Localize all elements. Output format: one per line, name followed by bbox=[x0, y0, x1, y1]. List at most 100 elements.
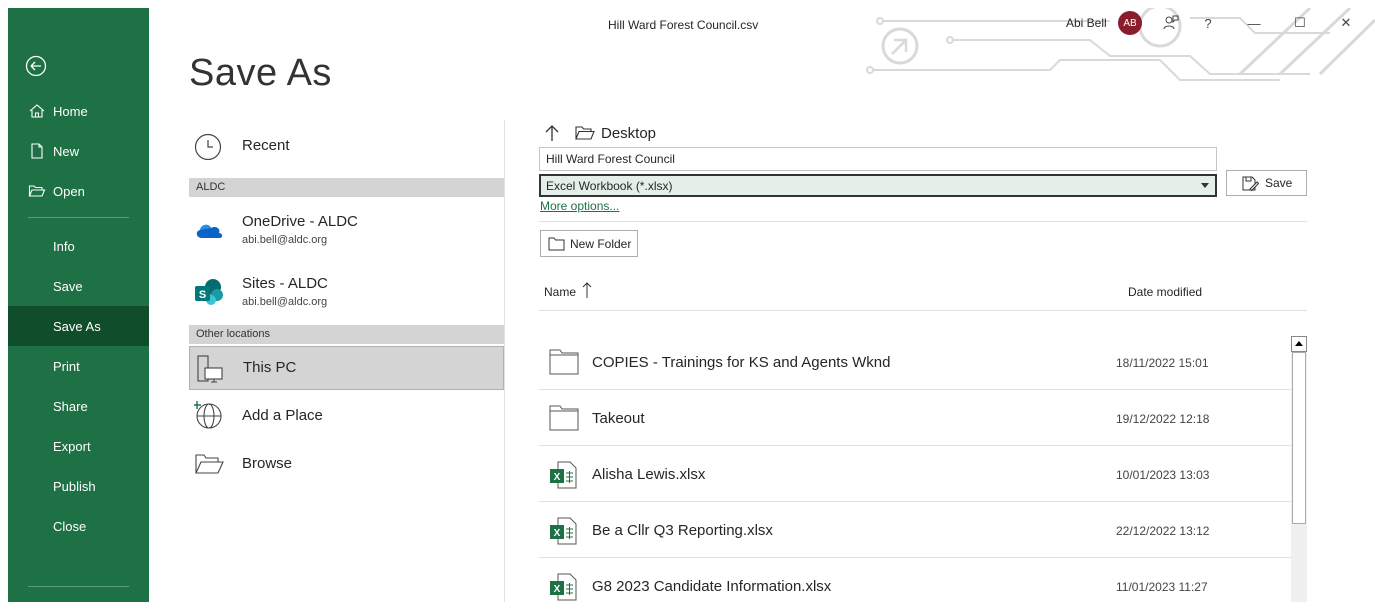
location-label: Add a Place bbox=[242, 407, 323, 424]
avatar[interactable]: AB bbox=[1118, 11, 1142, 35]
folder-icon bbox=[549, 405, 579, 431]
location-label: This PC bbox=[243, 359, 297, 376]
sharepoint-icon: S bbox=[195, 279, 223, 305]
computer-icon bbox=[197, 355, 223, 383]
file-date: 19/12/2022 12:18 bbox=[1116, 412, 1210, 426]
avatar-initials: AB bbox=[1123, 17, 1137, 29]
location-this-pc[interactable]: This PC bbox=[189, 346, 504, 390]
new-folder-button[interactable]: New Folder bbox=[540, 230, 638, 257]
location-sites[interactable]: S Sites - ALDC abi.bell@aldc.org bbox=[189, 270, 504, 316]
onedrive-icon bbox=[196, 224, 223, 238]
minimize-icon: — bbox=[1247, 15, 1261, 31]
clock-icon bbox=[194, 133, 222, 161]
nav-item-publish[interactable]: Publish bbox=[8, 466, 149, 506]
svg-text:X: X bbox=[554, 472, 561, 483]
back-arrow-icon[interactable] bbox=[25, 55, 47, 77]
file-row[interactable]: Takeout 19/12/2022 12:18 bbox=[539, 391, 1291, 446]
file-date: 18/11/2022 15:01 bbox=[1116, 356, 1209, 370]
new-folder-icon bbox=[548, 237, 565, 251]
file-row[interactable]: X Alisha Lewis.xlsx 10/01/2023 13:03 bbox=[539, 447, 1291, 502]
nav-item-close[interactable]: Close bbox=[8, 506, 149, 546]
filetype-value: Excel Workbook (*.xlsx) bbox=[546, 179, 673, 193]
nav-item-label: Save As bbox=[53, 318, 101, 334]
location-label: Browse bbox=[242, 455, 293, 472]
sort-ascending-icon bbox=[582, 282, 592, 298]
nav-item-export[interactable]: Export bbox=[8, 426, 149, 466]
nav-item-label: Print bbox=[53, 358, 80, 374]
pane-divider bbox=[504, 120, 505, 602]
column-header-name[interactable]: Name bbox=[544, 282, 592, 299]
nav-divider bbox=[28, 586, 129, 587]
file-row[interactable]: X Be a Cllr Q3 Reporting.xlsx 22/12/2022… bbox=[539, 503, 1291, 558]
file-date: 10/01/2023 13:03 bbox=[1116, 468, 1210, 482]
maximize-button[interactable]: ☐ bbox=[1289, 12, 1311, 34]
save-button-label: Save bbox=[1265, 176, 1293, 190]
minimize-button[interactable]: — bbox=[1243, 12, 1265, 34]
close-icon: ✕ bbox=[1340, 15, 1352, 30]
file-row[interactable]: COPIES - Trainings for KS and Agents Wkn… bbox=[539, 335, 1291, 390]
location-label: Recent bbox=[242, 137, 290, 154]
svg-text:X: X bbox=[554, 528, 561, 539]
nav-item-share[interactable]: Share bbox=[8, 386, 149, 426]
excel-file-icon: X bbox=[550, 461, 577, 489]
maximize-icon: ☐ bbox=[1294, 15, 1306, 30]
file-name: COPIES - Trainings for KS and Agents Wkn… bbox=[592, 354, 891, 371]
close-window-button[interactable]: ✕ bbox=[1335, 12, 1357, 34]
nav-item-home[interactable]: Home bbox=[8, 91, 149, 131]
svg-text:S: S bbox=[199, 289, 206, 301]
svg-text:X: X bbox=[554, 584, 561, 595]
folder-icon bbox=[549, 349, 579, 375]
nav-item-save-as[interactable]: Save As bbox=[8, 306, 149, 346]
account-name[interactable]: Abi Bell bbox=[1066, 16, 1107, 30]
coauthor-icon[interactable] bbox=[1160, 12, 1182, 34]
save-button[interactable]: Save bbox=[1226, 170, 1307, 196]
nav-item-open[interactable]: Open bbox=[8, 171, 149, 211]
location-browse[interactable]: Browse bbox=[189, 448, 504, 480]
excel-file-icon: X bbox=[550, 517, 577, 545]
divider bbox=[539, 221, 1307, 222]
home-icon bbox=[29, 104, 45, 118]
filetype-dropdown[interactable]: Excel Workbook (*.xlsx) bbox=[539, 174, 1217, 197]
new-folder-label: New Folder bbox=[570, 236, 632, 251]
group-header-other: Other locations bbox=[189, 325, 504, 344]
nav-item-print[interactable]: Print bbox=[8, 346, 149, 386]
save-pen-icon bbox=[1242, 176, 1259, 192]
file-name: Be a Cllr Q3 Reporting.xlsx bbox=[592, 522, 773, 539]
column-header-label: Name bbox=[544, 285, 577, 299]
scrollbar-thumb[interactable] bbox=[1292, 352, 1306, 524]
location-title: OneDrive - ALDC bbox=[242, 213, 358, 230]
location-onedrive[interactable]: OneDrive - ALDC abi.bell@aldc.org bbox=[189, 208, 504, 254]
nav-item-label: Info bbox=[53, 238, 75, 254]
file-row[interactable]: X G8 2023 Candidate Information.xlsx 11/… bbox=[539, 559, 1291, 614]
up-arrow-icon[interactable] bbox=[542, 123, 562, 143]
file-name: G8 2023 Candidate Information.xlsx bbox=[592, 578, 832, 595]
page-title: Save As bbox=[189, 52, 332, 94]
open-folder-icon bbox=[28, 185, 46, 197]
nav-item-info[interactable]: Info bbox=[8, 226, 149, 266]
nav-item-label: Save bbox=[53, 278, 83, 294]
file-date: 22/12/2022 13:12 bbox=[1116, 524, 1210, 538]
current-folder[interactable]: Desktop bbox=[601, 125, 656, 142]
help-icon: ? bbox=[1204, 15, 1212, 31]
column-header-date[interactable]: Date modified bbox=[1128, 285, 1202, 299]
file-date: 11/01/2023 11:27 bbox=[1116, 580, 1208, 594]
location-email: abi.bell@aldc.org bbox=[242, 234, 328, 246]
file-name: Takeout bbox=[592, 410, 645, 427]
more-options-link[interactable]: More options... bbox=[540, 199, 619, 213]
scroll-up-button[interactable] bbox=[1291, 336, 1307, 352]
location-add-place[interactable]: Add a Place bbox=[189, 400, 504, 432]
nav-item-save[interactable]: Save bbox=[8, 266, 149, 306]
nav-item-new[interactable]: New bbox=[8, 131, 149, 171]
backstage-nav: Home New Open Info Save Save As Print Sh… bbox=[8, 8, 149, 602]
new-document-icon bbox=[31, 143, 43, 159]
location-recent[interactable]: Recent bbox=[189, 130, 504, 162]
folder-icon bbox=[575, 126, 595, 140]
location-title: Sites - ALDC bbox=[242, 275, 328, 292]
divider bbox=[539, 310, 1307, 311]
nav-item-label: Open bbox=[53, 183, 85, 199]
nav-item-label: Share bbox=[53, 398, 88, 414]
nav-item-label: Publish bbox=[53, 478, 96, 494]
filename-input[interactable] bbox=[539, 147, 1217, 171]
add-place-icon bbox=[194, 401, 222, 429]
help-button[interactable]: ? bbox=[1197, 12, 1219, 34]
